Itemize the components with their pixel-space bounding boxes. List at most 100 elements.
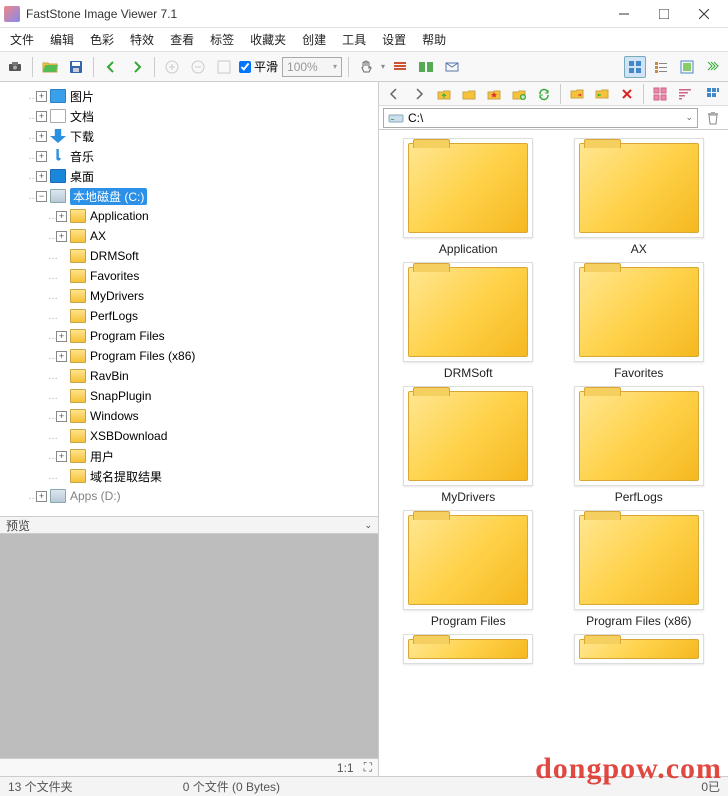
tree-node[interactable]: …+文档 xyxy=(0,106,378,126)
open-button[interactable] xyxy=(39,56,61,78)
menu-item[interactable]: 标签 xyxy=(202,29,242,50)
view-details-button[interactable] xyxy=(650,56,672,78)
expand-icon[interactable]: + xyxy=(36,151,47,162)
move-to-button[interactable] xyxy=(591,83,613,105)
tree-node[interactable]: …+Apps (D:) xyxy=(0,486,378,506)
tree-node[interactable]: …+音乐 xyxy=(0,146,378,166)
tree-node[interactable]: …DRMSoft xyxy=(0,246,378,266)
nav-forward-button[interactable] xyxy=(408,83,430,105)
delete-button[interactable] xyxy=(616,83,638,105)
hand-tool-button[interactable] xyxy=(355,56,377,78)
menu-item[interactable]: 设置 xyxy=(374,29,414,50)
forward-button[interactable] xyxy=(126,56,148,78)
tree-node[interactable]: …+图片 xyxy=(0,86,378,106)
expand-icon[interactable]: + xyxy=(36,91,47,102)
tree-node[interactable]: …RavBin xyxy=(0,366,378,386)
thumbnail-item[interactable]: AX xyxy=(558,138,721,256)
tree-node[interactable]: …MyDrivers xyxy=(0,286,378,306)
zoom-out-button[interactable] xyxy=(187,56,209,78)
tree-node[interactable]: …+桌面 xyxy=(0,166,378,186)
expand-icon[interactable]: + xyxy=(36,171,47,182)
copy-to-button[interactable] xyxy=(566,83,588,105)
thumbnail-item[interactable]: DRMSoft xyxy=(387,262,550,380)
expand-icon[interactable]: + xyxy=(36,131,47,142)
thumbnail-item[interactable] xyxy=(387,634,550,664)
email-button[interactable] xyxy=(441,56,463,78)
new-folder-button[interactable] xyxy=(508,83,530,105)
tree-node[interactable]: …PerfLogs xyxy=(0,306,378,326)
acquire-from-scanner-button[interactable] xyxy=(4,56,26,78)
tree-node[interactable]: …+AX xyxy=(0,226,378,246)
menu-item[interactable]: 收藏夹 xyxy=(242,29,294,50)
menu-item[interactable]: 工具 xyxy=(334,29,374,50)
collapse-icon[interactable]: − xyxy=(36,191,47,202)
thumbnail-item[interactable] xyxy=(558,634,721,664)
menu-item[interactable]: 色彩 xyxy=(82,29,122,50)
zoom-combo[interactable]: 100% ▾ xyxy=(282,57,342,77)
refresh-button[interactable] xyxy=(533,83,555,105)
thumbnail-item[interactable]: PerfLogs xyxy=(558,386,721,504)
home-folder-button[interactable] xyxy=(458,83,480,105)
close-button[interactable] xyxy=(684,0,724,28)
expand-icon[interactable]: ⛶ xyxy=(364,760,372,775)
tree-node[interactable]: …+Program Files (x86) xyxy=(0,346,378,366)
expand-icon[interactable]: + xyxy=(56,451,67,462)
tree-node[interactable]: …+Program Files xyxy=(0,326,378,346)
expand-icon[interactable]: + xyxy=(56,211,67,222)
tree-node[interactable]: …+Windows xyxy=(0,406,378,426)
thumbnail-item[interactable]: Favorites xyxy=(558,262,721,380)
thumbnail-item[interactable]: Application xyxy=(387,138,550,256)
folder-thumb-icon xyxy=(403,138,533,238)
expand-icon[interactable]: + xyxy=(36,491,47,502)
preview-header[interactable]: 预览 ⌄ xyxy=(0,516,378,534)
tree-node[interactable]: …+用户 xyxy=(0,446,378,466)
tree-label: 域名提取结果 xyxy=(90,468,162,485)
tree-node[interactable]: …SnapPlugin xyxy=(0,386,378,406)
thumbnail-grid[interactable]: ApplicationAXDRMSoftFavoritesMyDrivers Pe… xyxy=(379,130,728,776)
sort-button[interactable] xyxy=(674,83,696,105)
menu-item[interactable]: 创建 xyxy=(294,29,334,50)
thumbnail-item[interactable]: MyDrivers xyxy=(387,386,550,504)
tree-node[interactable]: …−本地磁盘 (C:) xyxy=(0,186,378,206)
thumbnail-item[interactable]: Program Files xyxy=(387,510,550,628)
view-settings-button[interactable] xyxy=(702,56,724,78)
menu-item[interactable]: 查看 xyxy=(162,29,202,50)
view-thumbnails-button[interactable] xyxy=(624,56,646,78)
expand-icon[interactable]: + xyxy=(56,331,67,342)
tree-node[interactable]: …Favorites xyxy=(0,266,378,286)
nav-back-button[interactable] xyxy=(383,83,405,105)
minimize-button[interactable] xyxy=(604,0,644,28)
tree-node[interactable]: …域名提取结果 xyxy=(0,466,378,486)
tree-node[interactable]: …XSBDownload xyxy=(0,426,378,446)
tree-label: 用户 xyxy=(90,448,114,465)
menu-item[interactable]: 文件 xyxy=(2,29,42,50)
favorites-button[interactable] xyxy=(483,83,505,105)
smooth-checkbox[interactable]: 平滑 xyxy=(239,58,278,75)
thumb-options-button[interactable] xyxy=(702,83,724,105)
zoom-in-button[interactable] xyxy=(161,56,183,78)
smooth-check-input[interactable] xyxy=(239,61,251,73)
back-button[interactable] xyxy=(100,56,122,78)
view-fullscreen-button[interactable] xyxy=(676,56,698,78)
maximize-button[interactable] xyxy=(644,0,684,28)
menu-item[interactable]: 编辑 xyxy=(42,29,82,50)
menu-item[interactable]: 特效 xyxy=(122,29,162,50)
up-folder-button[interactable] xyxy=(433,83,455,105)
expand-icon[interactable]: + xyxy=(36,111,47,122)
compare-button[interactable] xyxy=(415,56,437,78)
expand-icon[interactable]: + xyxy=(56,231,67,242)
fit-button[interactable] xyxy=(213,56,235,78)
path-combo[interactable]: C:\ ⌄ xyxy=(383,108,698,128)
thumbnail-label: PerfLogs xyxy=(615,490,663,504)
save-as-button[interactable] xyxy=(65,56,87,78)
folder-tree[interactable]: …+图片…+文档…+下载…+音乐…+桌面…−本地磁盘 (C:)…+Applica… xyxy=(0,82,378,516)
slideshow-button[interactable] xyxy=(389,56,411,78)
tree-node[interactable]: …+下载 xyxy=(0,126,378,146)
select-all-button[interactable] xyxy=(649,83,671,105)
recycle-bin-button[interactable] xyxy=(702,107,724,129)
thumbnail-item[interactable]: Program Files (x86) xyxy=(558,510,721,628)
menu-item[interactable]: 帮助 xyxy=(414,29,454,50)
expand-icon[interactable]: + xyxy=(56,351,67,362)
tree-node[interactable]: …+Application xyxy=(0,206,378,226)
expand-icon[interactable]: + xyxy=(56,411,67,422)
